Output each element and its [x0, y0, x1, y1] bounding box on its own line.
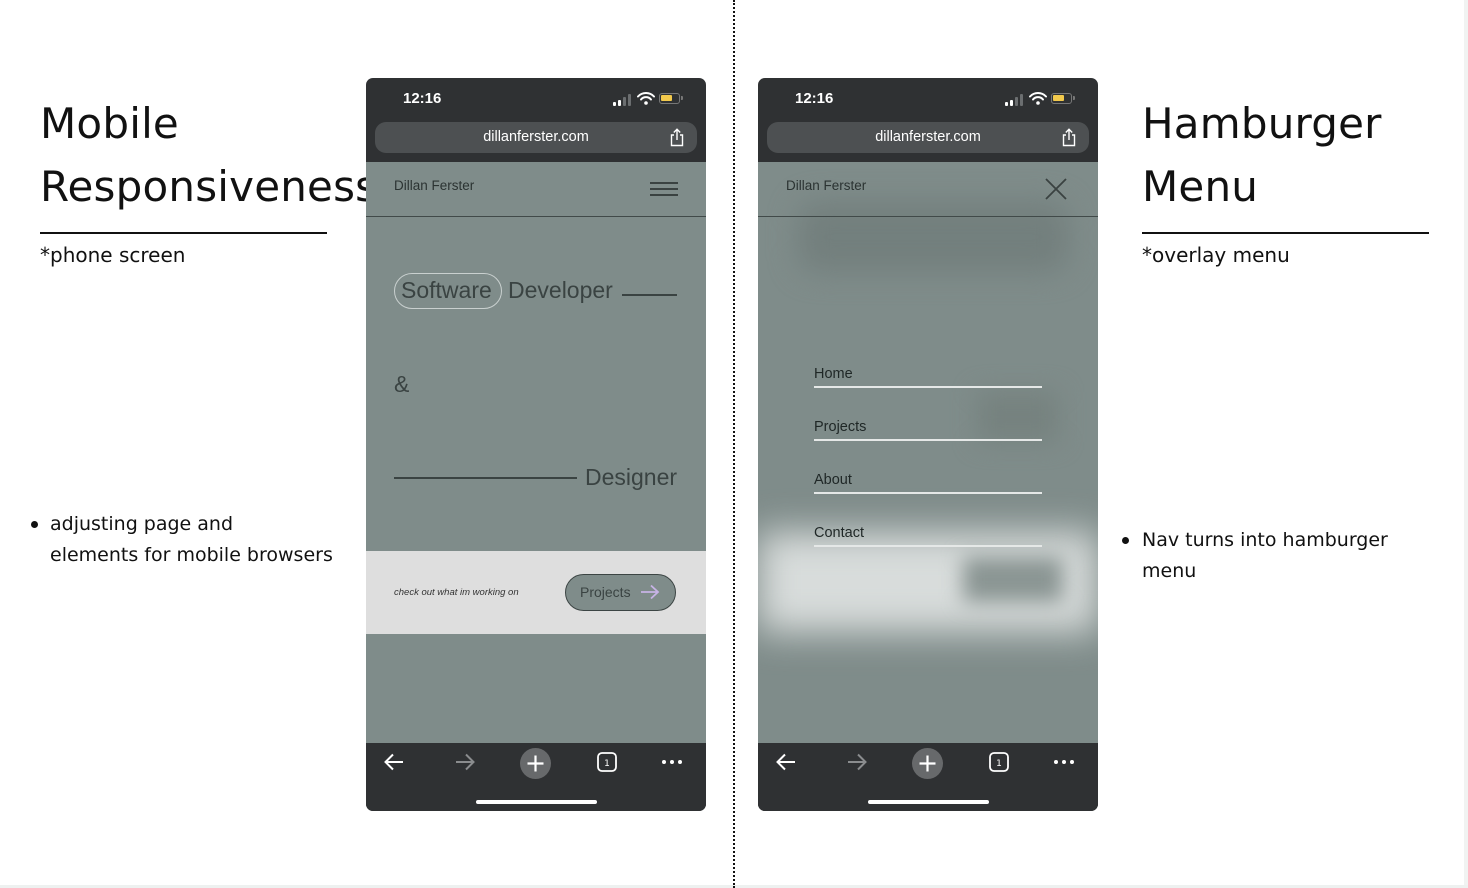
- right-heading-line2: Menu: [1142, 162, 1259, 211]
- hamburger-menu-icon[interactable]: [650, 182, 678, 196]
- menu-item-label: Projects: [814, 419, 867, 435]
- right-heading-line1: Hamburger: [1142, 99, 1382, 148]
- status-bar: 12:16: [366, 78, 706, 122]
- hero-word-developer: Developer: [508, 277, 613, 303]
- site-name[interactable]: Dillan Ferster: [394, 178, 474, 193]
- left-heading-line1: Mobile: [40, 99, 179, 148]
- url-text: dillanferster.com: [875, 129, 981, 145]
- website-page-menu-open: Dillan Ferster Home Projects About Conta…: [758, 162, 1098, 743]
- tabs-icon[interactable]: 1: [596, 751, 618, 773]
- status-bar: 12:16: [758, 78, 1098, 122]
- menu-item-projects[interactable]: Projects: [814, 419, 1042, 441]
- projects-button-label: Projects: [580, 584, 631, 600]
- cta-banner: check out what im working on Projects: [366, 551, 706, 634]
- url-text: dillanferster.com: [483, 129, 589, 145]
- forward-arrow-icon[interactable]: [846, 751, 868, 773]
- new-tab-button[interactable]: [520, 748, 551, 779]
- left-heading-rule: [40, 232, 327, 234]
- arrow-right-icon: [641, 584, 660, 600]
- home-indicator: [868, 800, 989, 804]
- left-bullet-line2: elements for mobile browsers: [50, 544, 333, 566]
- left-note: *phone screen: [40, 243, 186, 267]
- address-bar[interactable]: dillanferster.com: [767, 122, 1089, 153]
- menu-item-contact[interactable]: Contact: [814, 525, 1042, 547]
- signal-icon: [1005, 94, 1025, 106]
- right-bullet: Nav turns into hamburger menu: [1122, 525, 1437, 587]
- close-icon[interactable]: [1044, 177, 1068, 201]
- tabs-count: 1: [604, 759, 610, 769]
- signal-icon: [613, 94, 633, 106]
- share-icon[interactable]: [669, 128, 685, 147]
- menu-item-label: Home: [814, 366, 853, 382]
- cta-text: check out what im working on: [394, 587, 519, 598]
- site-name[interactable]: Dillan Ferster: [786, 178, 866, 193]
- status-time: 12:16: [795, 90, 834, 107]
- back-arrow-icon[interactable]: [775, 751, 797, 773]
- battery-icon: [1051, 93, 1075, 104]
- status-time: 12:16: [403, 90, 442, 107]
- menu-item-home[interactable]: Home: [814, 366, 1042, 388]
- menu-item-label: Contact: [814, 525, 864, 541]
- plus-icon: [919, 755, 936, 772]
- site-header: Dillan Ferster: [758, 162, 1098, 217]
- browser-toolbar: 1: [758, 743, 1098, 811]
- right-bullet-text: Nav turns into hamburger menu: [1142, 529, 1388, 582]
- battery-icon: [659, 93, 683, 104]
- new-tab-button[interactable]: [912, 748, 943, 779]
- more-dots-icon[interactable]: [1052, 751, 1076, 773]
- bullet-dot: [1122, 537, 1129, 544]
- left-bullet: adjusting page and elements for mobile b…: [31, 509, 351, 571]
- wifi-icon: [1029, 92, 1047, 105]
- frame-edge: [1464, 0, 1468, 888]
- tabs-count: 1: [996, 759, 1002, 769]
- right-heading-rule: [1142, 232, 1429, 234]
- back-arrow-icon[interactable]: [383, 751, 405, 773]
- projects-button[interactable]: Projects: [565, 574, 676, 611]
- left-bullet-line1: adjusting page and: [50, 513, 234, 535]
- phone-mockup-menu: 12:16 dillanferster.com Dillan Ferster H…: [758, 78, 1098, 811]
- share-icon[interactable]: [1061, 128, 1077, 147]
- wifi-icon: [637, 92, 655, 105]
- plus-icon: [527, 755, 544, 772]
- browser-toolbar: 1: [366, 743, 706, 811]
- site-header: Dillan Ferster: [366, 162, 706, 217]
- hero-line: [394, 477, 577, 479]
- home-indicator: [476, 800, 597, 804]
- hero-word-software: Software: [401, 277, 492, 303]
- left-heading-line2: Responsiveness: [40, 162, 378, 211]
- hero-ampersand: &: [394, 371, 410, 397]
- menu-item-about[interactable]: About: [814, 472, 1042, 494]
- hero-word-designer: Designer: [585, 464, 678, 490]
- hero-line: [622, 294, 677, 296]
- right-note: *overlay menu: [1142, 243, 1290, 267]
- tabs-icon[interactable]: 1: [988, 751, 1010, 773]
- website-page: Dillan Ferster Software Developer & Desi…: [366, 162, 706, 743]
- phone-mockup-home: 12:16 dillanferster.com Dillan Ferster S…: [366, 78, 706, 811]
- more-dots-icon[interactable]: [660, 751, 684, 773]
- address-bar[interactable]: dillanferster.com: [375, 122, 697, 153]
- menu-item-label: About: [814, 472, 852, 488]
- blurred-background: [963, 557, 1063, 602]
- section-divider: [733, 0, 735, 888]
- bullet-dot: [31, 521, 38, 528]
- forward-arrow-icon[interactable]: [454, 751, 476, 773]
